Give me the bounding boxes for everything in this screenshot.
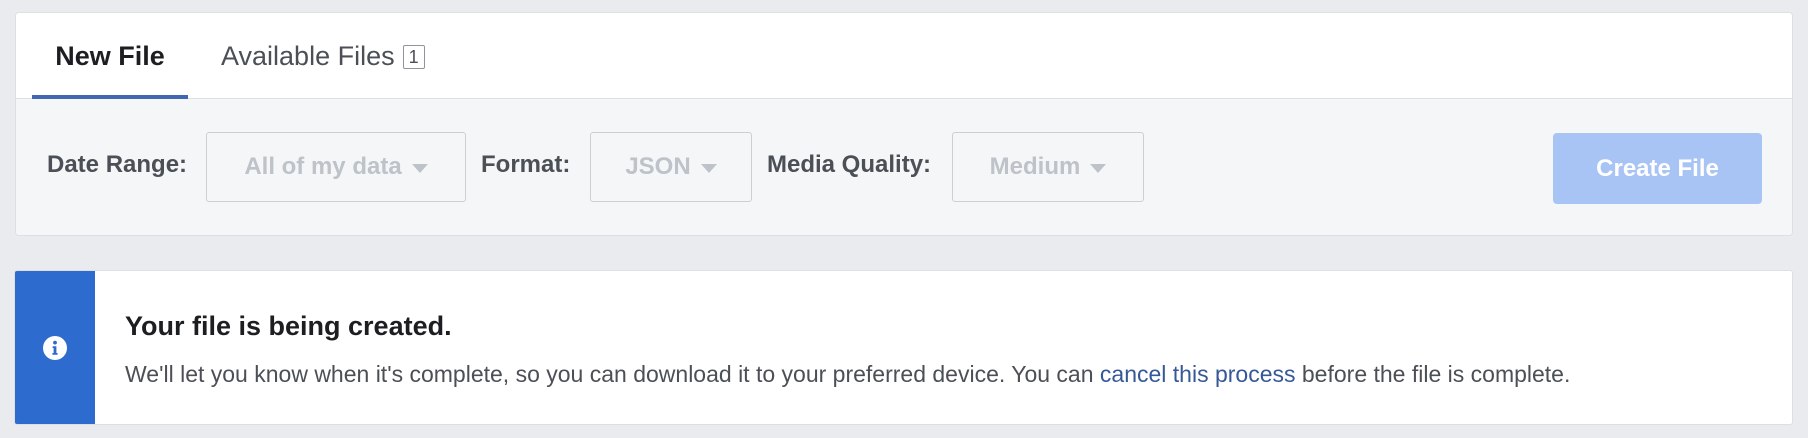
tab-bar: New File Available Files 1	[16, 13, 1792, 100]
notice-message-start: We'll let you know when it's complete, s…	[125, 361, 1100, 387]
tab-new-file[interactable]: New File	[32, 13, 188, 100]
date-range-label: Date Range:	[47, 151, 188, 178]
file-creation-notice: Your file is being created. We'll let yo…	[14, 270, 1793, 425]
format-value: JSON	[625, 153, 691, 180]
tab-available-files[interactable]: Available Files 1	[221, 13, 425, 99]
cancel-process-link[interactable]: cancel this process	[1100, 361, 1296, 387]
notice-title: Your file is being created.	[125, 311, 452, 341]
notice-icon-strip	[15, 271, 95, 424]
available-files-count-badge: 1	[402, 45, 425, 69]
notice-message-end: before the file is complete.	[1295, 361, 1571, 387]
chevron-down-icon	[700, 163, 717, 173]
date-range-value: All of my data	[244, 153, 402, 180]
notice-message: We'll let you know when it's complete, s…	[125, 359, 1570, 389]
format-dropdown[interactable]: JSON	[590, 132, 752, 202]
date-range-dropdown[interactable]: All of my data	[206, 132, 466, 202]
format-label: Format:	[481, 151, 571, 178]
media-quality-label: Media Quality:	[767, 151, 932, 178]
download-panel: New File Available Files 1	[15, 12, 1793, 236]
tab-available-files-label: Available Files	[221, 40, 395, 71]
tab-new-file-label: New File	[55, 40, 165, 71]
chevron-down-icon	[411, 163, 428, 173]
chevron-down-icon	[1090, 163, 1107, 173]
create-file-button[interactable]: Create File	[1553, 133, 1762, 204]
media-quality-dropdown[interactable]: Medium	[952, 132, 1144, 202]
media-quality-value: Medium	[989, 153, 1081, 180]
info-icon	[43, 335, 67, 360]
